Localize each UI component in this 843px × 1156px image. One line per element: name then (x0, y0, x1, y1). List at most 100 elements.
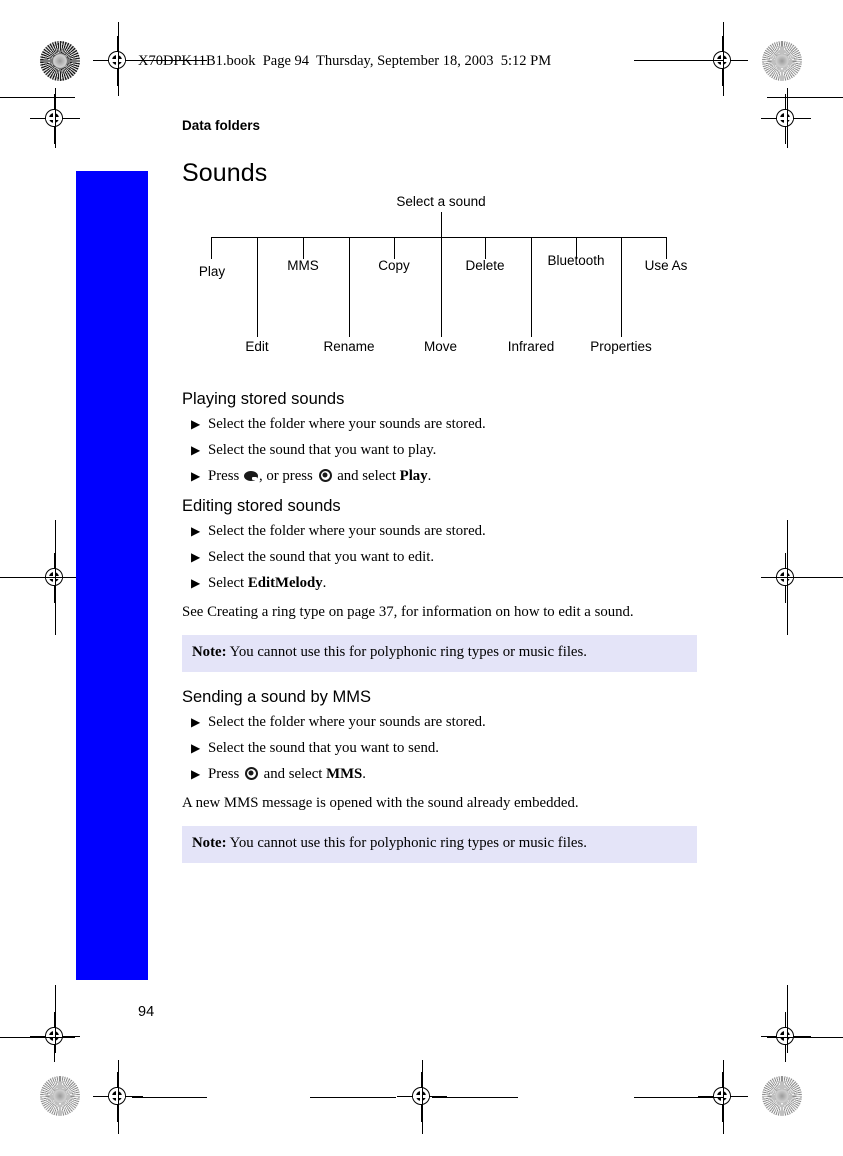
diagram-tick-use-as (666, 237, 668, 259)
note-box: Note: You cannot use this for polyphonic… (182, 635, 697, 673)
step-item: ▶ Select the sound that you want to send. (182, 741, 702, 756)
diagram-tick-mms (303, 237, 305, 259)
diagram-node-properties: Properties (590, 339, 652, 354)
diagram-node-bluetooth: Bluetooth (547, 253, 605, 268)
step-text: Select the sound that you want to send. (208, 740, 439, 757)
menu-option-name: EditMelody (247, 574, 323, 591)
step-list-editing: ▶ Select the folder where your sounds are… (182, 524, 702, 590)
page-title: Sounds (182, 159, 268, 187)
diagram-node-play: Play (198, 264, 226, 279)
menu-option-name: Play (399, 467, 428, 484)
section-heading-playing: Playing stored sounds (182, 390, 345, 408)
bullet-triangle-icon: ▶ (191, 524, 201, 539)
diagram-horizontal-bar (211, 237, 666, 239)
step-text: and select (259, 765, 327, 782)
bullet-triangle-icon: ▶ (191, 550, 201, 565)
step-item: ▶ Select EditMelody. (182, 576, 702, 591)
step-text: and select (333, 467, 400, 484)
page-content: Data folders Sounds (182, 118, 702, 188)
step-text: . (362, 765, 366, 782)
crop-line-bottom-right-vertical (723, 1060, 724, 1134)
registration-rosette-top-right (762, 41, 802, 81)
registration-rosette-bottom-left (40, 1076, 80, 1116)
crop-line-footer-center-right (432, 1097, 518, 1098)
book-run-header: X70DPK11B1.book Page 94 Thursday, Septem… (138, 53, 552, 69)
crop-line-lower-left-horizontal (0, 1037, 75, 1038)
step-text: . (427, 467, 432, 484)
diagram-node-copy: Copy (378, 258, 410, 273)
registration-rosette-top-left (40, 41, 80, 81)
step-item: ▶ Select the folder where your sounds are… (182, 715, 702, 730)
diagram-tick-play (211, 237, 213, 259)
page-number: 94 (138, 1004, 155, 1020)
crop-line-upper-right-horizontal (767, 97, 843, 98)
diagram-node-edit: Edit (245, 339, 269, 354)
menu-option-name: MMS (326, 765, 363, 782)
crop-line-footer-left (132, 1097, 207, 1098)
registration-rosette-bottom-right (762, 1076, 802, 1116)
step-text: Select the folder where your sounds are … (208, 714, 486, 731)
note-box: Note: You cannot use this for polyphonic… (182, 826, 697, 864)
crop-line-lower-left-vertical (55, 985, 56, 1053)
crop-line-middle-left-horizontal (0, 577, 76, 578)
bullet-triangle-icon: ▶ (191, 575, 201, 590)
ok-key-icon (318, 468, 332, 482)
menu-tree-diagram: Select a sound Play MMS Copy Delete Blue… (182, 186, 702, 356)
diagram-node-mms: MMS (287, 258, 319, 273)
crop-line-bottom-center-vertical (422, 1060, 423, 1134)
section-note-text-sending-mms: A new MMS message is opened with the sou… (182, 794, 579, 811)
step-text: Press (208, 467, 243, 484)
note-label: Note: (192, 644, 227, 661)
registration-mark-middle-right (761, 553, 811, 603)
step-text: Select the sound that you want to play. (208, 441, 437, 458)
crop-line-top-right-vertical (723, 22, 724, 96)
diagram-tick-rename (349, 237, 351, 337)
side-tab-chapter: Data folders (76, 171, 148, 456)
registration-mark-upper-right-corner (761, 94, 811, 144)
ok-key-icon (244, 766, 258, 780)
bullet-triangle-icon: ▶ (191, 741, 201, 756)
crop-line-footer-center-left (310, 1097, 396, 1098)
bullet-triangle-icon: ▶ (191, 442, 201, 457)
section-sending-mms: Sending a sound by MMS ▶ Select the folder… (182, 688, 702, 864)
note-label: Note: (192, 835, 227, 852)
step-text: Select the sound that you want to edit. (208, 549, 435, 566)
running-title: Data folders (182, 118, 261, 133)
diagram-tick-infrared (531, 237, 533, 337)
soft-key-icon (243, 470, 258, 481)
step-text: Select the folder where your sounds are … (208, 523, 486, 540)
note-text: You cannot use this for polyphonic ring … (226, 644, 587, 661)
section-editing: Editing stored sounds ▶ Select the folder … (182, 497, 702, 673)
step-item: ▶ Select the sound that you want to play. (182, 441, 702, 458)
crop-line-middle-right-horizontal (767, 577, 843, 578)
crop-line-upper-right-vertical (787, 88, 788, 148)
diagram-node-move: Move (423, 339, 458, 354)
crop-line-lower-right-horizontal (767, 1037, 843, 1038)
bullet-triangle-icon: ▶ (191, 766, 201, 781)
body-sections: Playing stored sounds ▶ Select the folder … (182, 390, 702, 879)
diagram-node-delete: Delete (465, 258, 505, 273)
section-playing: Playing stored sounds ▶ Select the folder … (182, 390, 702, 483)
diagram-root-stem (440, 212, 442, 238)
crop-line-header-right (634, 60, 724, 61)
step-text: Select (208, 574, 248, 591)
step-item: ▶ Press , or press and select Play. (182, 467, 702, 484)
crop-line-upper-left-horizontal (0, 97, 75, 98)
diagram-tick-copy (394, 237, 396, 259)
diagram-tick-delete (485, 237, 487, 259)
bullet-triangle-icon: ▶ (191, 417, 201, 431)
step-text: , or press (258, 467, 317, 484)
step-item: ▶ Press and select MMS. (182, 765, 702, 782)
diagram-node-infrared: Infrared (507, 339, 555, 354)
diagram-tick-properties (621, 237, 623, 337)
diagram-node-use-as: Use As (644, 258, 688, 273)
step-list-playing: ▶ Select the folder where your sounds are… (182, 417, 702, 483)
diagram-tick-edit (257, 237, 259, 337)
diagram-root-label: Select a sound (396, 194, 486, 209)
step-item: ▶ Select the folder where your sounds are… (182, 417, 702, 432)
diagram-tick-move (440, 237, 442, 337)
step-item: ▶ Select the sound that you want to edit. (182, 550, 702, 565)
section-heading-editing: Editing stored sounds (182, 497, 341, 516)
step-text: . (322, 574, 327, 591)
section-heading-sending-mms: Sending a sound by MMS (182, 688, 371, 707)
